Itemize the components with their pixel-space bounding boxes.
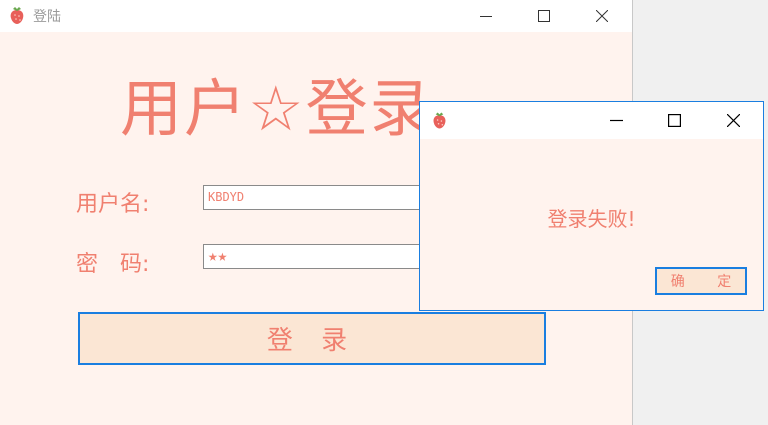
- error-message: 登录失败!: [547, 207, 636, 231]
- title-bar[interactable]: 登陆: [0, 0, 632, 32]
- username-field[interactable]: KBDYD: [203, 185, 435, 210]
- minimize-button[interactable]: [463, 0, 509, 32]
- close-button[interactable]: [579, 0, 625, 32]
- ok-button-label: 确 定: [670, 274, 746, 290]
- maximize-icon: [667, 114, 681, 127]
- dialog-minimize-button[interactable]: [588, 102, 644, 139]
- password-field[interactable]: ★★: [203, 244, 435, 269]
- maximize-icon: [538, 10, 550, 22]
- strawberry-icon: [10, 7, 24, 24]
- minimize-icon: [480, 16, 492, 17]
- login-button-label: 登 录: [266, 326, 358, 356]
- dialog-maximize-button[interactable]: [646, 102, 702, 139]
- error-dialog: 登录失败! 确 定: [419, 101, 764, 311]
- password-value: ★★: [208, 246, 228, 265]
- dialog-title-bar[interactable]: [420, 102, 763, 139]
- window-title: 登陆: [33, 9, 61, 25]
- minimize-icon: [609, 119, 623, 122]
- strawberry-icon: [433, 112, 446, 129]
- close-icon: [596, 10, 608, 22]
- username-label: 用户名:: [76, 192, 150, 217]
- login-button[interactable]: 登 录: [78, 312, 546, 365]
- page-title: 用户☆登录: [120, 72, 434, 145]
- dialog-close-button[interactable]: [705, 102, 761, 139]
- maximize-button[interactable]: [521, 0, 567, 32]
- ok-button[interactable]: 确 定: [655, 267, 747, 295]
- username-value: KBDYD: [208, 190, 245, 204]
- password-label: 密 码:: [76, 252, 150, 277]
- close-icon: [726, 114, 740, 127]
